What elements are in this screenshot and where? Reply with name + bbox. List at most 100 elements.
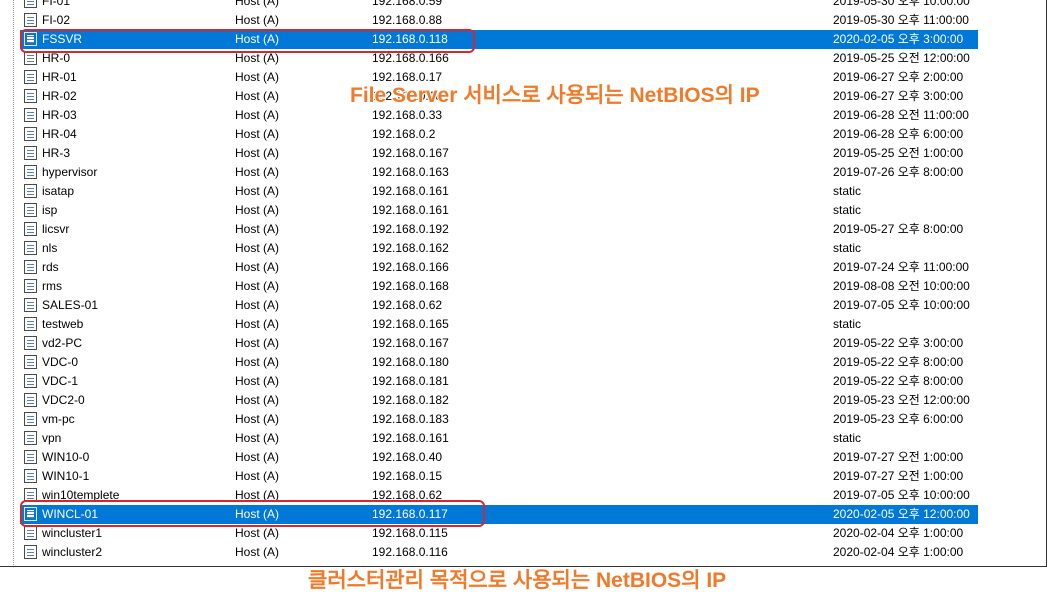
dns-host-record-icon	[24, 260, 37, 274]
record-timestamp: 2019-05-25 오전 1:00:00	[833, 146, 964, 160]
dns-host-record-icon	[24, 545, 37, 559]
record-row[interactable]: FI-01 Host (A) 192.168.0.59 2019-05-30 오후 1…	[20, 0, 978, 11]
record-type: Host (A)	[235, 450, 280, 464]
record-row[interactable]: testweb Host (A) 192.168.0.165 static	[20, 315, 978, 334]
record-timestamp: 2019-05-30 오후 11:00:00	[833, 13, 969, 27]
record-ip: 192.168.0.163	[372, 165, 449, 179]
record-row[interactable]: WINCL-01 Host (A) 192.168.0.117 2020-02-05 …	[20, 505, 978, 524]
record-type: Host (A)	[235, 127, 280, 141]
record-timestamp: static	[833, 241, 862, 255]
record-row[interactable]: FSSVR Host (A) 192.168.0.118 2020-02-05 오후 …	[20, 30, 978, 49]
dns-host-record-icon	[24, 469, 37, 483]
record-row[interactable]: HR-3 Host (A) 192.168.0.167 2019-05-25 오전 1…	[20, 144, 978, 163]
record-timestamp: 2019-05-30 오후 10:00:00	[833, 0, 970, 8]
record-ip: 192.168.0.116	[372, 545, 448, 559]
record-timestamp: 2020-02-05 오후 12:00:00	[833, 507, 970, 521]
record-timestamp: 2019-07-27 오전 1:00:00	[833, 469, 964, 483]
record-row[interactable]: FI-02 Host (A) 192.168.0.88 2019-05-30 오후 1…	[20, 11, 978, 30]
record-ip: 192.168.0.59	[372, 0, 443, 8]
record-row[interactable]: licsvr Host (A) 192.168.0.192 2019-05-27 오후…	[20, 220, 978, 239]
record-timestamp: static	[833, 184, 862, 198]
record-name: vpn	[42, 431, 62, 445]
record-type: Host (A)	[235, 526, 280, 540]
dns-host-record-icon	[24, 222, 37, 236]
dns-host-record-icon	[24, 89, 37, 103]
record-timestamp: static	[833, 317, 862, 331]
record-name: HR-04	[42, 127, 77, 141]
dns-host-record-icon	[24, 165, 37, 179]
record-ip: 192.168.0.162	[372, 241, 449, 255]
record-name: SALES-01	[42, 298, 99, 312]
record-ip: 192.168.0.165	[372, 317, 449, 331]
record-name: FI-02	[42, 13, 71, 27]
record-name: hypervisor	[42, 165, 98, 179]
record-ip: 192.168.0.2	[372, 127, 436, 141]
record-name: WINCL-01	[42, 507, 99, 521]
record-row[interactable]: wincluster2 Host (A) 192.168.0.116 2020-02-…	[20, 543, 978, 562]
fssvr-annotation-note: File Server 서비스로 사용되는 NetBIOS의 IP	[350, 84, 760, 107]
record-type: Host (A)	[235, 545, 280, 559]
dns-host-record-icon	[24, 374, 37, 388]
record-row[interactable]: vm-pc Host (A) 192.168.0.183 2019-05-23 오후 …	[20, 410, 978, 429]
record-row[interactable]: HR-0 Host (A) 192.168.0.166 2019-05-25 오전 1…	[20, 49, 978, 68]
record-type: Host (A)	[235, 336, 280, 350]
dns-host-record-icon	[24, 0, 37, 8]
record-timestamp: static	[833, 203, 862, 217]
record-ip: 192.168.0.166	[372, 51, 449, 65]
record-type: Host (A)	[235, 165, 280, 179]
record-row[interactable]: rms Host (A) 192.168.0.168 2019-08-08 오전 10…	[20, 277, 978, 296]
record-row[interactable]: SALES-01 Host (A) 192.168.0.62 2019-07-05 오…	[20, 296, 978, 315]
record-row[interactable]: WIN10-1 Host (A) 192.168.0.15 2019-07-27 오전…	[20, 467, 978, 486]
dns-host-record-icon	[24, 526, 37, 540]
record-type: Host (A)	[235, 469, 280, 483]
dns-host-record-icon	[24, 51, 37, 65]
record-row[interactable]: rds Host (A) 192.168.0.166 2019-07-24 오후 11…	[20, 258, 978, 277]
record-ip: 192.168.0.180	[372, 355, 449, 369]
record-row[interactable]: win10templete Host (A) 192.168.0.62 2019-07…	[20, 486, 978, 505]
record-type: Host (A)	[235, 32, 280, 46]
record-row[interactable]: VDC-0 Host (A) 192.168.0.180 2019-05-22 오후 …	[20, 353, 978, 372]
dns-host-record-icon	[24, 32, 37, 46]
record-name: HR-3	[42, 146, 71, 160]
record-timestamp: 2020-02-05 오후 3:00:00	[833, 32, 964, 46]
record-row[interactable]: vd2-PC Host (A) 192.168.0.167 2019-05-22 오후…	[20, 334, 978, 353]
record-ip: 192.168.0.40	[372, 450, 443, 464]
record-row[interactable]: nls Host (A) 192.168.0.162 static	[20, 239, 978, 258]
record-timestamp: 2019-05-22 오후 8:00:00	[833, 374, 964, 388]
record-row[interactable]: isp Host (A) 192.168.0.161 static	[20, 201, 978, 220]
dns-host-record-icon	[24, 317, 37, 331]
record-timestamp: 2019-07-24 오후 11:00:00	[833, 260, 969, 274]
record-row[interactable]: VDC2-0 Host (A) 192.168.0.182 2019-05-23 오전…	[20, 391, 978, 410]
dns-host-record-icon	[24, 507, 37, 521]
record-name: HR-03	[42, 108, 77, 122]
record-name: VDC2-0	[42, 393, 85, 407]
record-ip: 192.168.0.62	[372, 298, 443, 312]
record-name: win10templete	[42, 488, 120, 502]
record-name: rds	[42, 260, 59, 274]
record-ip: 192.168.0.15	[372, 469, 443, 483]
record-row[interactable]: hypervisor Host (A) 192.168.0.163 2019-07-2…	[20, 163, 978, 182]
record-row[interactable]: VDC-1 Host (A) 192.168.0.181 2019-05-22 오후 …	[20, 372, 978, 391]
record-row[interactable]: WIN10-0 Host (A) 192.168.0.40 2019-07-27 오전…	[20, 448, 978, 467]
record-row[interactable]: isatap Host (A) 192.168.0.161 static	[20, 182, 978, 201]
record-type: Host (A)	[235, 317, 280, 331]
record-timestamp: 2020-02-04 오후 1:00:00	[833, 526, 964, 540]
record-name: HR-01	[42, 70, 77, 84]
record-name: nls	[42, 241, 58, 255]
dns-host-record-icon	[24, 488, 37, 502]
record-type: Host (A)	[235, 393, 280, 407]
record-ip: 192.168.0.192	[372, 222, 449, 236]
record-ip: 192.168.0.161	[372, 431, 449, 445]
record-type: Host (A)	[235, 374, 280, 388]
dns-host-record-icon	[24, 146, 37, 160]
wincl-annotation-note: 클러스터관리 목적으로 사용되는 NetBIOS의 IP	[308, 569, 727, 592]
record-ip: 192.168.0.182	[372, 393, 449, 407]
record-type: Host (A)	[235, 298, 280, 312]
tree-guide-line	[13, 0, 14, 566]
record-timestamp: 2019-07-05 오후 10:00:00	[833, 488, 970, 502]
record-timestamp: 2019-05-22 오후 8:00:00	[833, 355, 964, 369]
record-row[interactable]: vpn Host (A) 192.168.0.161 static	[20, 429, 978, 448]
record-row[interactable]: wincluster1 Host (A) 192.168.0.115 2020-02-…	[20, 524, 978, 543]
record-row[interactable]: HR-04 Host (A) 192.168.0.2 2019-06-28 오후 6:…	[20, 125, 978, 144]
record-timestamp: 2019-08-08 오전 10:00:00	[833, 279, 970, 293]
